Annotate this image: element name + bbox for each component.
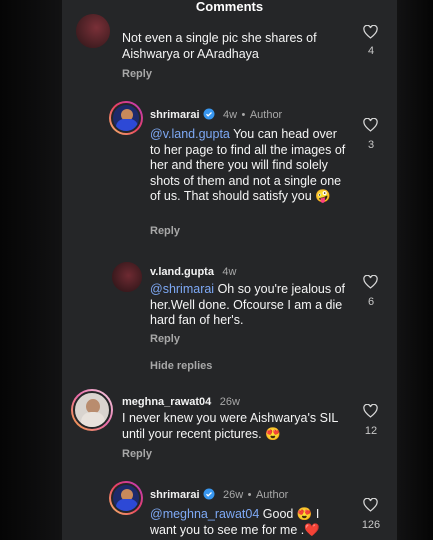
reply-button[interactable]: Reply [122, 68, 152, 80]
emoji: 🤪 [315, 189, 331, 203]
comment-text-content: I never knew you were Aishwarya's SIL un… [122, 411, 338, 441]
like-count: 12 [364, 425, 378, 437]
emoji: 😍 [296, 507, 313, 521]
heart-icon[interactable] [363, 498, 378, 512]
like-count: 3 [367, 139, 375, 151]
comment-header: shrimarai 26w • Author [150, 485, 288, 503]
author-badge: Author [255, 489, 289, 501]
comment-header: v.land.gupta 4w [150, 262, 236, 280]
background-left [0, 0, 62, 540]
comments-header: Comments [195, 0, 264, 14]
avatar[interactable] [76, 14, 110, 48]
comment-text: @shrimarai Oh so you're jealous of her.W… [150, 282, 355, 329]
heart-icon[interactable] [363, 118, 378, 132]
avatar[interactable] [71, 389, 113, 431]
separator-dot: • [241, 109, 246, 121]
verified-icon [203, 108, 215, 120]
author-badge: Author [249, 109, 283, 121]
avatar[interactable] [112, 262, 142, 292]
comment-text: Not even a single pic she shares of Aish… [122, 31, 337, 62]
like-count: 6 [367, 296, 375, 308]
like-count: 126 [361, 519, 381, 531]
comment-text: @meghna_rawat04 Good 😍 I want you to see… [150, 507, 340, 538]
mention-link[interactable]: @shrimarai [150, 282, 214, 296]
comment-text-content: Not even a single pic she shares of Aish… [122, 31, 317, 61]
reply-button[interactable]: Reply [122, 448, 152, 460]
timestamp: 4w [222, 109, 238, 121]
background-right [397, 0, 433, 540]
username[interactable]: shrimarai [150, 109, 200, 121]
username[interactable]: shrimarai [150, 489, 200, 501]
mention-link[interactable]: @meghna_rawat04 [150, 507, 259, 521]
heart-icon[interactable] [363, 275, 378, 289]
reply-button[interactable]: Reply [150, 333, 180, 345]
timestamp: 4w [222, 266, 237, 278]
heart-emoji: ❤️ [304, 522, 320, 537]
comment-text-content: Good [259, 507, 297, 521]
username[interactable]: meghna_rawat04 [122, 396, 211, 408]
comment-text: I never knew you were Aishwarya's SIL un… [122, 411, 347, 442]
avatar[interactable] [109, 481, 143, 515]
avatar[interactable] [109, 101, 143, 135]
reply-button[interactable]: Reply [150, 225, 180, 237]
timestamp: 26w [222, 489, 244, 501]
separator-dot: • [247, 489, 252, 501]
timestamp: 26w [219, 396, 240, 408]
emoji: 😍 [265, 426, 281, 441]
comment-header: shrimarai 4w • Author [150, 105, 282, 123]
hide-replies-button[interactable]: Hide replies [150, 360, 212, 372]
comment-text: @v.land.gupta You can head over to her p… [150, 127, 350, 205]
comment-header: meghna_rawat04 26w [122, 392, 240, 410]
verified-icon [203, 488, 215, 500]
comments-panel: Comments Not even a single pic she share… [62, 0, 397, 540]
heart-icon[interactable] [363, 25, 378, 39]
heart-icon[interactable] [363, 404, 378, 418]
mention-link[interactable]: @v.land.gupta [150, 127, 230, 141]
username[interactable]: v.land.gupta [150, 266, 214, 278]
like-count: 4 [367, 45, 375, 57]
